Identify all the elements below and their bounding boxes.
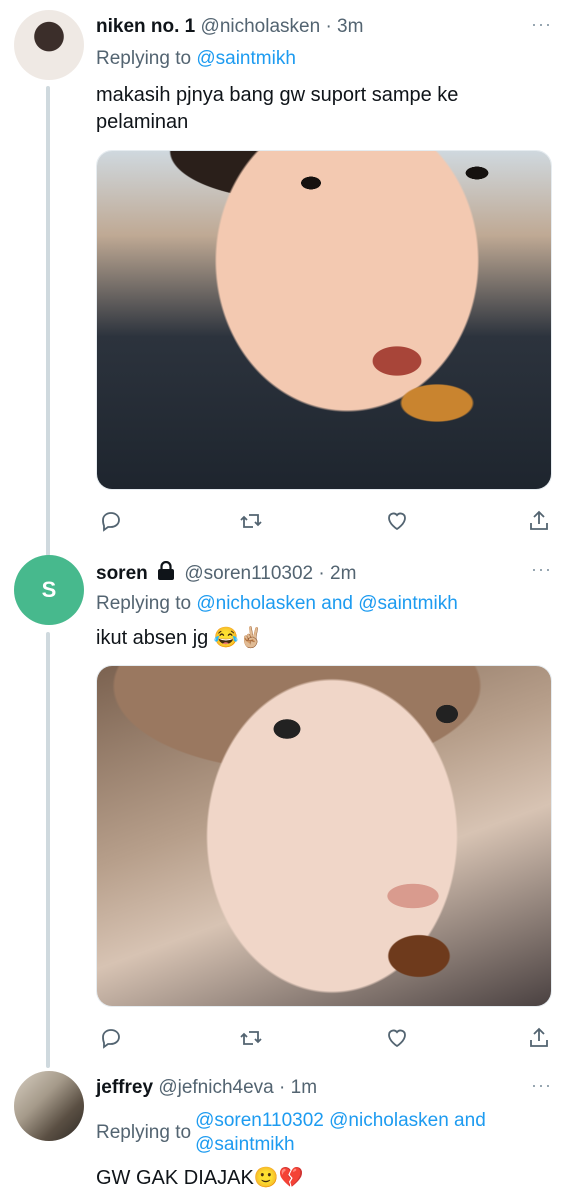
timestamp[interactable]: · 2m <box>318 563 356 584</box>
share-icon[interactable] <box>524 1023 554 1053</box>
replying-to: Replying to @soren110302 @nicholasken an… <box>96 1109 486 1157</box>
tweet-header: jeffrey @jefnich4eva · 1m <box>96 1077 317 1099</box>
replying-to: Replying to @saintmikh <box>96 48 296 70</box>
tweet[interactable]: niken no. 1 @nicholasken · 3m ··· Replyi… <box>0 0 566 545</box>
tweet-text: GW GAK DIAJAK🙂💔 <box>96 1167 304 1189</box>
display-name[interactable]: jeffrey <box>96 1077 153 1098</box>
tweet-header: soren @soren110302 · 2m <box>96 560 356 587</box>
tweet-actions <box>96 1023 556 1053</box>
retweet-icon[interactable] <box>236 1023 266 1053</box>
share-icon[interactable] <box>524 506 554 536</box>
tweet-actions <box>96 506 556 536</box>
more-options-icon[interactable]: ··· <box>531 559 552 580</box>
username[interactable]: @nicholasken <box>201 16 321 37</box>
mention-link[interactable]: @saintmikh <box>195 1133 486 1157</box>
tweet[interactable]: jeffrey @jefnich4eva · 1m ··· Replying t… <box>0 1065 566 1200</box>
photo-image <box>97 151 551 489</box>
retweet-icon[interactable] <box>236 506 266 536</box>
display-name[interactable]: niken no. 1 <box>96 16 195 37</box>
mention-link[interactable]: @soren110302 @nicholasken and <box>195 1109 486 1133</box>
tweet-text: makasih pjnya bang gw suport sampe ke pe… <box>96 84 459 133</box>
tweet-photo[interactable] <box>96 150 552 490</box>
timestamp[interactable]: · 3m <box>325 16 363 37</box>
more-options-icon[interactable]: ··· <box>531 14 552 35</box>
avatar[interactable] <box>14 10 84 80</box>
replying-to-prefix: Replying to <box>96 48 197 69</box>
mention-link[interactable]: @saintmikh <box>196 48 296 69</box>
avatar[interactable] <box>14 1071 84 1141</box>
tweet-header: niken no. 1 @nicholasken · 3m <box>96 16 363 38</box>
mention-link[interactable]: @nicholasken and @saintmikh <box>196 593 457 614</box>
like-icon[interactable] <box>382 506 412 536</box>
more-options-icon[interactable]: ··· <box>531 1075 552 1096</box>
display-name[interactable]: soren <box>96 563 148 584</box>
reply-icon[interactable] <box>96 1023 126 1053</box>
timestamp[interactable]: · 1m <box>279 1077 317 1098</box>
lock-icon <box>157 560 175 587</box>
avatar[interactable]: S <box>14 555 84 625</box>
replying-to-prefix: Replying to <box>96 1122 192 1143</box>
photo-image <box>97 666 551 1006</box>
username[interactable]: @soren110302 <box>184 563 313 584</box>
replying-to: Replying to @nicholasken and @saintmikh <box>96 593 458 615</box>
replying-to-prefix: Replying to <box>96 593 197 614</box>
reply-icon[interactable] <box>96 506 126 536</box>
tweet-text: ikut absen jg 😂✌🏼 <box>96 627 264 649</box>
tweet-photo[interactable] <box>96 665 552 1007</box>
like-icon[interactable] <box>382 1023 412 1053</box>
tweet[interactable]: S soren @soren110302 · 2m ··· Replying t… <box>0 545 566 1065</box>
username[interactable]: @jefnich4eva <box>158 1077 273 1098</box>
